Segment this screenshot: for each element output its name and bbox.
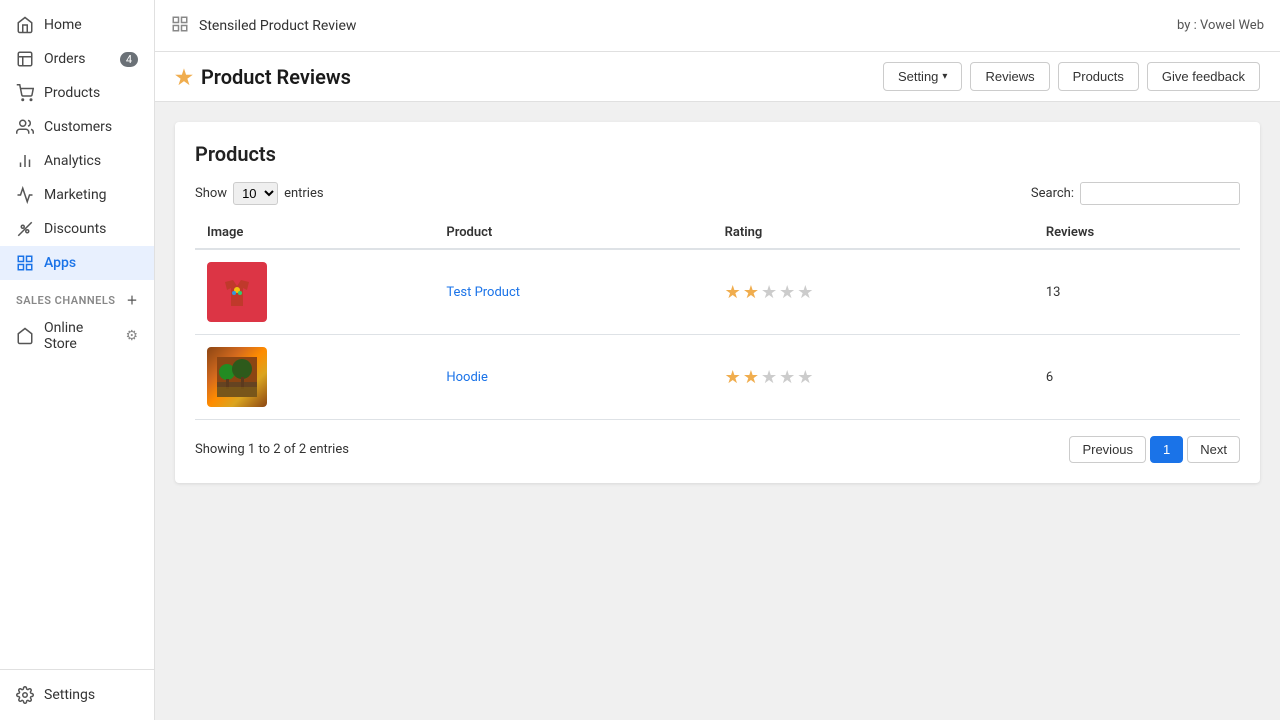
sidebar-item-products-label: Products	[44, 85, 100, 101]
sidebar-item-customers[interactable]: Customers	[0, 110, 154, 144]
star-icon: ★	[175, 65, 193, 89]
product-image-cell	[195, 249, 434, 335]
entries-select[interactable]: 10 25 50	[233, 182, 278, 205]
show-entries: Show 10 25 50 entries	[195, 182, 324, 205]
product-image-hoodie	[207, 347, 267, 407]
sidebar-item-marketing[interactable]: Marketing	[0, 178, 154, 212]
star-1-5: ★	[797, 282, 813, 303]
product-name-cell: Test Product	[434, 249, 712, 335]
sidebar-item-orders[interactable]: Orders 4	[0, 42, 154, 76]
sidebar-item-marketing-label: Marketing	[44, 187, 107, 203]
sidebar-item-orders-label: Orders	[44, 51, 86, 67]
pagination-row: Showing 1 to 2 of 2 entries Previous 1 N…	[195, 436, 1240, 463]
entries-label: entries	[284, 186, 324, 201]
stars-row-1: ★ ★ ★ ★ ★	[725, 282, 1022, 303]
sidebar-item-analytics-label: Analytics	[44, 153, 101, 169]
pagination-buttons: Previous 1 Next	[1069, 436, 1240, 463]
products-panel: Products Show 10 25 50 entries Search:	[175, 122, 1260, 483]
star-1-4: ★	[779, 282, 795, 303]
sidebar-item-analytics[interactable]: Analytics	[0, 144, 154, 178]
sidebar-item-apps-label: Apps	[44, 255, 76, 271]
online-store-settings-icon[interactable]: ⚙	[125, 328, 138, 344]
apps-icon	[16, 254, 34, 272]
topbar-grid-icon	[171, 15, 189, 37]
search-label: Search:	[1031, 186, 1074, 201]
sidebar-item-settings-label: Settings	[44, 687, 95, 703]
table-row: Hoodie ★ ★ ★ ★ ★ 6	[195, 335, 1240, 420]
controls-row: Show 10 25 50 entries Search:	[195, 182, 1240, 205]
star-2-1: ★	[725, 367, 741, 388]
product-reviews-cell-1: 13	[1034, 249, 1240, 335]
header-actions: Setting Reviews Products Give feedback	[883, 62, 1260, 91]
sidebar-bottom: Settings	[0, 669, 154, 720]
show-label: Show	[195, 186, 227, 201]
sidebar-item-discounts[interactable]: Discounts	[0, 212, 154, 246]
star-1-3: ★	[761, 282, 777, 303]
products-table: Image Product Rating Reviews	[195, 217, 1240, 420]
product-image-tshirt	[207, 262, 267, 322]
reviews-button[interactable]: Reviews	[970, 62, 1049, 91]
star-2-3: ★	[761, 367, 777, 388]
page-1-button[interactable]: 1	[1150, 436, 1183, 463]
product-link-test[interactable]: Test Product	[446, 285, 520, 300]
content-header: ★ Product Reviews Setting Reviews Produc…	[155, 52, 1280, 102]
table-row: Test Product ★ ★ ★ ★ ★ 13	[195, 249, 1240, 335]
sales-channels-section: SALES CHANNELS ＋	[0, 280, 154, 312]
previous-button[interactable]: Previous	[1069, 436, 1146, 463]
customers-icon	[16, 118, 34, 136]
discounts-icon	[16, 220, 34, 238]
products-icon	[16, 84, 34, 102]
col-image: Image	[195, 217, 434, 249]
sidebar-item-discounts-label: Discounts	[44, 221, 106, 237]
give-feedback-button[interactable]: Give feedback	[1147, 62, 1260, 91]
home-icon	[16, 16, 34, 34]
page-title: ★ Product Reviews	[175, 65, 873, 89]
col-product: Product	[434, 217, 712, 249]
orders-icon	[16, 50, 34, 68]
star-1-2: ★	[743, 282, 759, 303]
store-icon	[16, 327, 34, 345]
content-body: Products Show 10 25 50 entries Search:	[155, 102, 1280, 720]
sidebar-item-customers-label: Customers	[44, 119, 112, 135]
product-image-cell-2	[195, 335, 434, 420]
main-content: Stensiled Product Review by : Vowel Web …	[155, 0, 1280, 720]
analytics-icon	[16, 152, 34, 170]
sidebar-item-apps[interactable]: Apps	[0, 246, 154, 280]
sidebar-item-home-label: Home	[44, 17, 82, 33]
settings-icon	[16, 686, 34, 704]
panel-title: Products	[195, 142, 1240, 166]
sidebar-item-products[interactable]: Products	[0, 76, 154, 110]
product-name-cell-2: Hoodie	[434, 335, 712, 420]
star-2-4: ★	[779, 367, 795, 388]
topbar: Stensiled Product Review by : Vowel Web	[155, 0, 1280, 52]
add-sales-channel-icon[interactable]: ＋	[127, 292, 139, 308]
sidebar: Home Orders 4 Products Customers Analy	[0, 0, 155, 720]
topbar-title: Stensiled Product Review	[199, 18, 1167, 34]
star-2-5: ★	[797, 367, 813, 388]
search-input[interactable]	[1080, 182, 1240, 205]
star-1-1: ★	[725, 282, 741, 303]
sidebar-nav: Home Orders 4 Products Customers Analy	[0, 0, 154, 669]
sidebar-item-settings[interactable]: Settings	[0, 678, 154, 712]
col-reviews: Reviews	[1034, 217, 1240, 249]
col-rating: Rating	[713, 217, 1034, 249]
sidebar-item-online-store[interactable]: Online Store ⚙	[0, 312, 154, 360]
sidebar-item-online-store-label: Online Store	[44, 320, 115, 352]
product-rating-cell-2: ★ ★ ★ ★ ★	[713, 335, 1034, 420]
product-reviews-cell-2: 6	[1034, 335, 1240, 420]
product-link-hoodie[interactable]: Hoodie	[446, 370, 488, 385]
marketing-icon	[16, 186, 34, 204]
search-row: Search:	[1031, 182, 1240, 205]
stars-row-2: ★ ★ ★ ★ ★	[725, 367, 1022, 388]
topbar-by: by : Vowel Web	[1177, 18, 1264, 33]
product-rating-cell-1: ★ ★ ★ ★ ★	[713, 249, 1034, 335]
orders-badge: 4	[120, 52, 138, 67]
showing-text: Showing 1 to 2 of 2 entries	[195, 442, 349, 457]
setting-button[interactable]: Setting	[883, 62, 963, 91]
star-2-2: ★	[743, 367, 759, 388]
sidebar-item-home[interactable]: Home	[0, 8, 154, 42]
next-button[interactable]: Next	[1187, 436, 1240, 463]
products-button[interactable]: Products	[1058, 62, 1139, 91]
